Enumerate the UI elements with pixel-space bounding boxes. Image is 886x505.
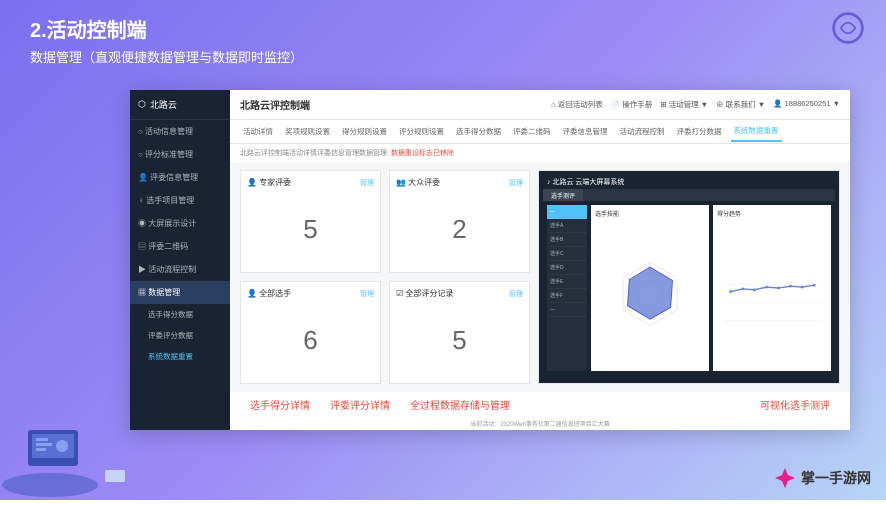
sidebar-item-screen-design[interactable]: ◉ 大屏展示设计 xyxy=(130,212,230,235)
viz-left-item[interactable]: — xyxy=(547,205,587,219)
viz-left-item[interactable]: 选手A xyxy=(547,219,587,233)
card-public-judges: 👥 大众评委 管理 2 xyxy=(389,170,530,273)
logo-text: 北路云 xyxy=(150,98,177,111)
tab-judge-info[interactable]: 评委信息管理 xyxy=(560,122,611,141)
topbar-contact-dropdown[interactable]: ⊕ 联系我们 ▼ xyxy=(716,99,765,110)
sidebar-item-label: ▤ 评委二维码 xyxy=(138,241,188,252)
brand-logo-icon xyxy=(830,10,866,51)
card-all-contestants: 👤 全部选手 管理 6 xyxy=(240,281,381,384)
sidebar-sub-data-reset[interactable]: 系统数据重置 xyxy=(130,346,230,367)
sidebar-item-activity-info[interactable]: ○ 活动信息管理 xyxy=(130,120,230,143)
slide-title: 2.活动控制端 xyxy=(30,14,856,43)
topbar-help-link[interactable]: 📄 操作手册 xyxy=(611,99,652,110)
viz-left-item[interactable]: 选手E xyxy=(547,275,587,289)
viz-left-item[interactable]: 选手B xyxy=(547,233,587,247)
app-window: ⬡ 北路云 ○ 活动信息管理 ○ 评分标准管理 👤 评委信息管理 ♀ 选手项目管… xyxy=(130,90,850,430)
card-all-records: ☑ 全部评分记录 管理 5 xyxy=(389,281,530,384)
watermark-text: 掌一手游网 xyxy=(801,468,871,488)
sidebar-item-label: ▶ 活动流程控制 xyxy=(138,264,196,275)
line-title: 得分趋势 xyxy=(717,209,827,218)
sidebar-sub-label: 选手得分数据 xyxy=(148,310,193,319)
logo-icon: ⬡ xyxy=(138,99,146,110)
card-title: ☑ 全部评分记录 xyxy=(396,288,453,299)
tab-contestant-data[interactable]: 选手得分数据 xyxy=(453,122,504,141)
tab-judge-qr[interactable]: 评委二维码 xyxy=(510,122,554,141)
sidebar-item-label: ▦ 数据管理 xyxy=(138,287,180,298)
sidebar-sub-label: 评委评分数据 xyxy=(148,331,193,340)
card-value: 5 xyxy=(396,303,523,377)
card-title: 👤 专家评委 xyxy=(247,177,291,188)
topbar-manage-dropdown[interactable]: ⊞ 活动管理 ▼ xyxy=(660,99,708,110)
tabs-bar: 活动详情 奖项规则设置 得分规则设置 评分规则设置 选手得分数据 评委二维码 评… xyxy=(230,120,850,144)
radar-chart-panel: 选手技能 xyxy=(591,205,709,371)
sidebar-item-label: ○ 评分标准管理 xyxy=(138,149,193,160)
sidebar-sub-contestant-score[interactable]: 选手得分数据 xyxy=(130,304,230,325)
card-manage-link[interactable]: 管理 xyxy=(509,289,523,299)
tab-process-control[interactable]: 活动流程控制 xyxy=(617,122,668,141)
card-manage-link[interactable]: 管理 xyxy=(360,289,374,299)
card-title: 👤 全部选手 xyxy=(247,288,291,299)
caption-contestant-detail: 选手得分详情 xyxy=(250,397,310,412)
breadcrumb-prefix: 北路云评控制端活动详情评委信息管理数据管理 xyxy=(240,148,387,158)
viz-left-item[interactable]: 选手F xyxy=(547,289,587,303)
line-chart-panel: 得分趋势 xyxy=(713,205,831,371)
breadcrumb-current: 数据重设标志已移除 xyxy=(391,148,454,158)
captions-row: 选手得分详情 评委评分详情 全过程数据存储与管理 可视化选手测评 xyxy=(230,392,850,416)
tab-rating-rules[interactable]: 评分规则设置 xyxy=(396,122,447,141)
viz-left-item[interactable]: — xyxy=(547,303,587,317)
line-chart xyxy=(717,220,827,367)
cards-area: 👤 专家评委 管理 5 👥 大众评委 管理 2 xyxy=(240,170,530,384)
viz-left-list: — 选手A 选手B 选手C 选手D 选手E 选手F — xyxy=(547,205,587,371)
card-manage-link[interactable]: 管理 xyxy=(360,178,374,188)
caption-data-storage: 全过程数据存储与管理 xyxy=(410,397,510,412)
app-footer: 当前活动：2020Web事务社第二届信息班项目汇大赛 xyxy=(230,416,850,430)
sidebar-item-contestant[interactable]: ♀ 选手项目管理 xyxy=(130,189,230,212)
visualization-panel: ♪ 北路云 云端大屏幕系统 选手测评 — 选手A 选手B 选手C 选手D 选手E… xyxy=(538,170,840,384)
viz-nav-assessment[interactable]: 选手测评 xyxy=(543,189,583,201)
app-topbar: 北路云评控制端 ⌂ 返回活动列表 📄 操作手册 ⊞ 活动管理 ▼ ⊕ 联系我们 … xyxy=(230,90,850,120)
tab-data-reset[interactable]: 系统数据重置 xyxy=(731,121,782,142)
slide-subtitle: 数据管理（直观便捷数据管理与数据即时监控） xyxy=(30,47,856,66)
sidebar-item-data-manage[interactable]: ▦ 数据管理 xyxy=(130,281,230,304)
viz-left-item[interactable]: 选手D xyxy=(547,261,587,275)
topbar-user-dropdown[interactable]: 👤 18886250251 ▼ xyxy=(773,99,840,110)
card-expert-judges: 👤 专家评委 管理 5 xyxy=(240,170,381,273)
app-main: 北路云评控制端 ⌂ 返回活动列表 📄 操作手册 ⊞ 活动管理 ▼ ⊕ 联系我们 … xyxy=(230,90,850,430)
sidebar-item-label: 👤 评委信息管理 xyxy=(138,172,198,183)
sidebar-item-process-control[interactable]: ▶ 活动流程控制 xyxy=(130,258,230,281)
app-title: 北路云评控制端 xyxy=(240,97,310,112)
watermark-logo: 掌一手游网 xyxy=(773,466,871,490)
app-logo: ⬡ 北路云 xyxy=(130,90,230,120)
sidebar-item-label: ○ 活动信息管理 xyxy=(138,126,193,137)
breadcrumb: 北路云评控制端活动详情评委信息管理数据管理 数据重设标志已移除 xyxy=(230,144,850,162)
tab-judge-data[interactable]: 评委打分数据 xyxy=(674,122,725,141)
caption-judge-detail: 评委评分详情 xyxy=(330,397,390,412)
sidebar-sub-label: 系统数据重置 xyxy=(148,352,193,361)
tab-award-rules[interactable]: 奖项规则设置 xyxy=(282,122,333,141)
caption-visualization: 可视化选手测评 xyxy=(760,397,830,412)
radar-title: 选手技能 xyxy=(595,209,705,218)
sidebar-item-label: ♀ 选手项目管理 xyxy=(138,195,194,206)
sidebar-item-label: ◉ 大屏展示设计 xyxy=(138,218,196,229)
viz-header: ♪ 北路云 云端大屏幕系统 xyxy=(543,175,835,189)
tab-score-rules[interactable]: 得分规则设置 xyxy=(339,122,390,141)
viz-left-item[interactable]: 选手C xyxy=(547,247,587,261)
tab-activity-detail[interactable]: 活动详情 xyxy=(240,122,276,141)
topbar-back-link[interactable]: ⌂ 返回活动列表 xyxy=(551,99,603,110)
card-value: 6 xyxy=(247,303,374,377)
app-sidebar: ⬡ 北路云 ○ 活动信息管理 ○ 评分标准管理 👤 评委信息管理 ♀ 选手项目管… xyxy=(130,90,230,430)
radar-chart xyxy=(595,220,705,367)
sidebar-item-judge-info[interactable]: 👤 评委信息管理 xyxy=(130,166,230,189)
card-title: 👥 大众评委 xyxy=(396,177,440,188)
sidebar-item-scoring-standard[interactable]: ○ 评分标准管理 xyxy=(130,143,230,166)
sidebar-sub-judge-score[interactable]: 评委评分数据 xyxy=(130,325,230,346)
card-value: 5 xyxy=(247,192,374,266)
sidebar-item-qr[interactable]: ▤ 评委二维码 xyxy=(130,235,230,258)
card-manage-link[interactable]: 管理 xyxy=(509,178,523,188)
decorative-illustration xyxy=(0,410,140,500)
card-value: 2 xyxy=(396,192,523,266)
